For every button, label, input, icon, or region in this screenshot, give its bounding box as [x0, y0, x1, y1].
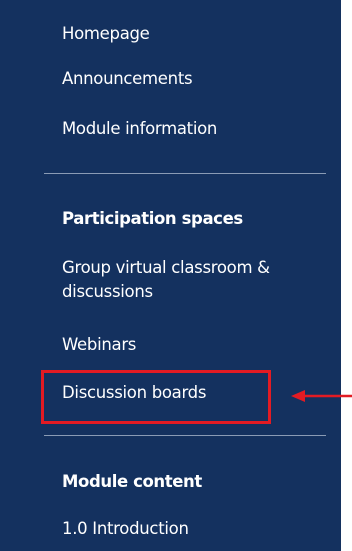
- highlight-box: [41, 370, 271, 424]
- nav-divider: [44, 435, 326, 436]
- nav-link-1-0-introduction[interactable]: 1.0 Introduction: [62, 517, 189, 541]
- nav-link-homepage[interactable]: Homepage: [62, 22, 150, 46]
- nav-link-webinars[interactable]: Webinars: [62, 333, 136, 357]
- course-navigation-panel: Homepage Announcements Module informatio…: [0, 0, 341, 551]
- section-heading-module-content: Module content: [62, 472, 202, 491]
- nav-link-announcements[interactable]: Announcements: [62, 67, 193, 91]
- nav-divider: [44, 173, 326, 174]
- left-arrow-icon: [291, 390, 352, 402]
- nav-link-group-virtual-classroom[interactable]: Group virtual classroom & discussions: [62, 256, 322, 304]
- section-heading-participation-spaces: Participation spaces: [62, 209, 243, 228]
- nav-link-module-information[interactable]: Module information: [62, 117, 217, 141]
